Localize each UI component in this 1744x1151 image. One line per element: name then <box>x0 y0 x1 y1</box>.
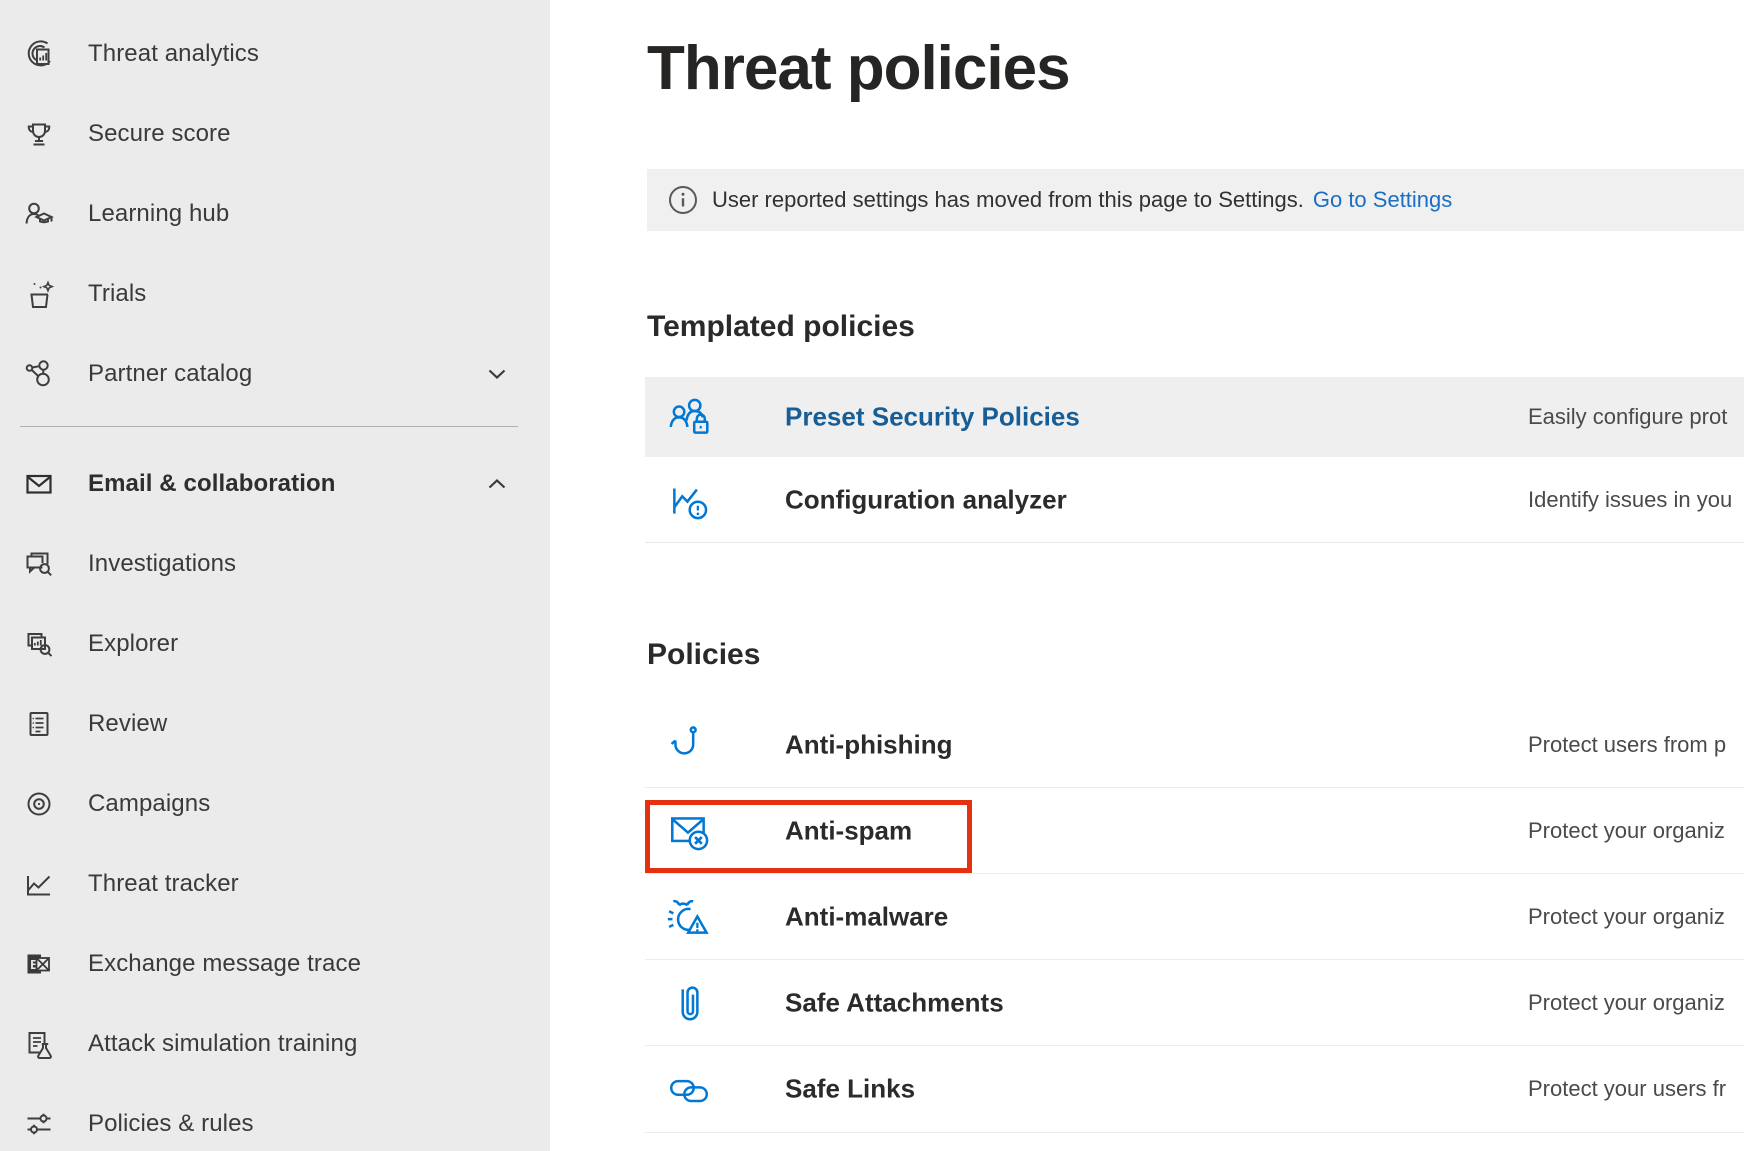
policy-name[interactable]: Preset Security Policies <box>785 402 1080 433</box>
sidebar-item-policies-rules[interactable]: Policies & rules <box>0 1084 550 1151</box>
row-safe-attachments[interactable]: Safe Attachments Protect your organiz <box>645 960 1744 1046</box>
sidebar-item-label: Attack simulation training <box>88 1030 357 1058</box>
policy-description: Identify issues in you <box>1528 487 1732 513</box>
sidebar-item-review[interactable]: Review <box>0 684 550 764</box>
banner-message: User reported settings has moved from th… <box>712 187 1304 213</box>
sidebar-item-campaigns[interactable]: Campaigns <box>0 764 550 844</box>
row-anti-spam[interactable]: Anti-spam Protect your organiz <box>645 788 1744 874</box>
info-banner: User reported settings has moved from th… <box>647 169 1744 231</box>
templated-policies-heading: Templated policies <box>647 310 915 344</box>
page-title: Threat policies <box>647 34 1070 104</box>
policy-description: Easily configure prot <box>1528 404 1727 430</box>
sidebar-item-label: Partner catalog <box>88 360 252 388</box>
sidebar-item-investigations[interactable]: Investigations <box>0 524 550 604</box>
preset-security-policies-icon <box>665 393 713 441</box>
sidebar-item-label: Campaigns <box>88 790 210 818</box>
sidebar-item-learning-hub[interactable]: Learning hub <box>0 174 550 254</box>
investigations-icon <box>21 546 57 582</box>
policy-name[interactable]: Safe Attachments <box>785 987 1004 1018</box>
anti-malware-icon <box>665 893 713 941</box>
policy-description: Protect your organiz <box>1528 990 1725 1016</box>
sidebar-item-label: Learning hub <box>88 200 229 228</box>
threat-tracker-icon <box>21 866 57 902</box>
sidebar-item-threat-tracker[interactable]: Threat tracker <box>0 844 550 924</box>
sidebar-item-label: Email & collaboration <box>88 470 335 498</box>
review-icon <box>21 706 57 742</box>
sidebar-item-attack-simulation-training[interactable]: Attack simulation training <box>0 1004 550 1084</box>
attack-simulation-training-icon <box>21 1026 57 1062</box>
chevron-up-icon[interactable] <box>487 477 507 491</box>
sidebar-item-label: Trials <box>88 280 146 308</box>
policy-description: Protect your users fr <box>1528 1076 1726 1102</box>
policy-name[interactable]: Anti-malware <box>785 901 948 932</box>
sidebar-item-threat-analytics[interactable]: Threat analytics <box>0 14 550 94</box>
sidebar-item-label: Threat analytics <box>88 40 259 68</box>
row-preset-security-policies[interactable]: Preset Security Policies Easily configur… <box>645 377 1744 457</box>
sidebar-item-label: Investigations <box>88 550 236 578</box>
policy-name[interactable]: Configuration analyzer <box>785 484 1067 515</box>
info-icon <box>668 185 698 215</box>
sidebar-item-trials[interactable]: Trials <box>0 254 550 334</box>
sidebar-item-label: Secure score <box>88 120 231 148</box>
sidebar-item-label: Review <box>88 710 167 738</box>
row-anti-malware[interactable]: Anti-malware Protect your organiz <box>645 874 1744 960</box>
sidebar-item-partner-catalog[interactable]: Partner catalog <box>0 334 550 414</box>
anti-phishing-icon <box>665 721 713 769</box>
chevron-down-icon[interactable] <box>487 367 507 381</box>
policy-name[interactable]: Anti-phishing <box>785 729 953 760</box>
learning-hub-icon <box>21 196 57 232</box>
partner-catalog-icon <box>21 356 57 392</box>
policy-description: Protect your organiz <box>1528 818 1725 844</box>
sidebar: Threat analytics Secure score <box>0 0 550 1151</box>
row-anti-phishing[interactable]: Anti-phishing Protect users from p <box>645 702 1744 788</box>
sidebar-item-label: Explorer <box>88 630 178 658</box>
safe-attachments-icon <box>665 979 713 1027</box>
sidebar-item-label: Exchange message trace <box>88 950 361 978</box>
policies-rules-icon <box>21 1106 57 1142</box>
sidebar-item-secure-score[interactable]: Secure score <box>0 94 550 174</box>
safe-links-icon <box>665 1065 713 1113</box>
explorer-icon <box>21 626 57 662</box>
sidebar-item-explorer[interactable]: Explorer <box>0 604 550 684</box>
exchange-message-trace-icon: E <box>21 946 57 982</box>
row-safe-links[interactable]: Safe Links Protect your users fr <box>645 1046 1744 1133</box>
row-configuration-analyzer[interactable]: Configuration analyzer Identify issues i… <box>645 457 1744 543</box>
sidebar-divider <box>20 426 518 427</box>
sidebar-item-email-collaboration[interactable]: Email & collaboration <box>0 444 550 524</box>
anti-spam-icon <box>665 807 713 855</box>
policy-name[interactable]: Anti-spam <box>785 815 912 846</box>
policies-heading: Policies <box>647 638 760 672</box>
campaigns-icon <box>21 786 57 822</box>
policy-description: Protect your organiz <box>1528 904 1725 930</box>
threat-policies-page: Threat analytics Secure score <box>0 0 1744 1151</box>
sidebar-item-label: Threat tracker <box>88 870 239 898</box>
sidebar-item-exchange-message-trace[interactable]: E Exchange message trace <box>0 924 550 1004</box>
configuration-analyzer-icon <box>665 476 713 524</box>
sidebar-item-label: Policies & rules <box>88 1110 254 1138</box>
trials-icon <box>21 276 57 312</box>
policy-description: Protect users from p <box>1528 732 1726 758</box>
secure-score-icon <box>21 116 57 152</box>
email-collaboration-icon <box>21 466 57 502</box>
go-to-settings-link[interactable]: Go to Settings <box>1313 187 1452 213</box>
policy-name[interactable]: Safe Links <box>785 1074 915 1105</box>
threat-analytics-icon <box>21 36 57 72</box>
